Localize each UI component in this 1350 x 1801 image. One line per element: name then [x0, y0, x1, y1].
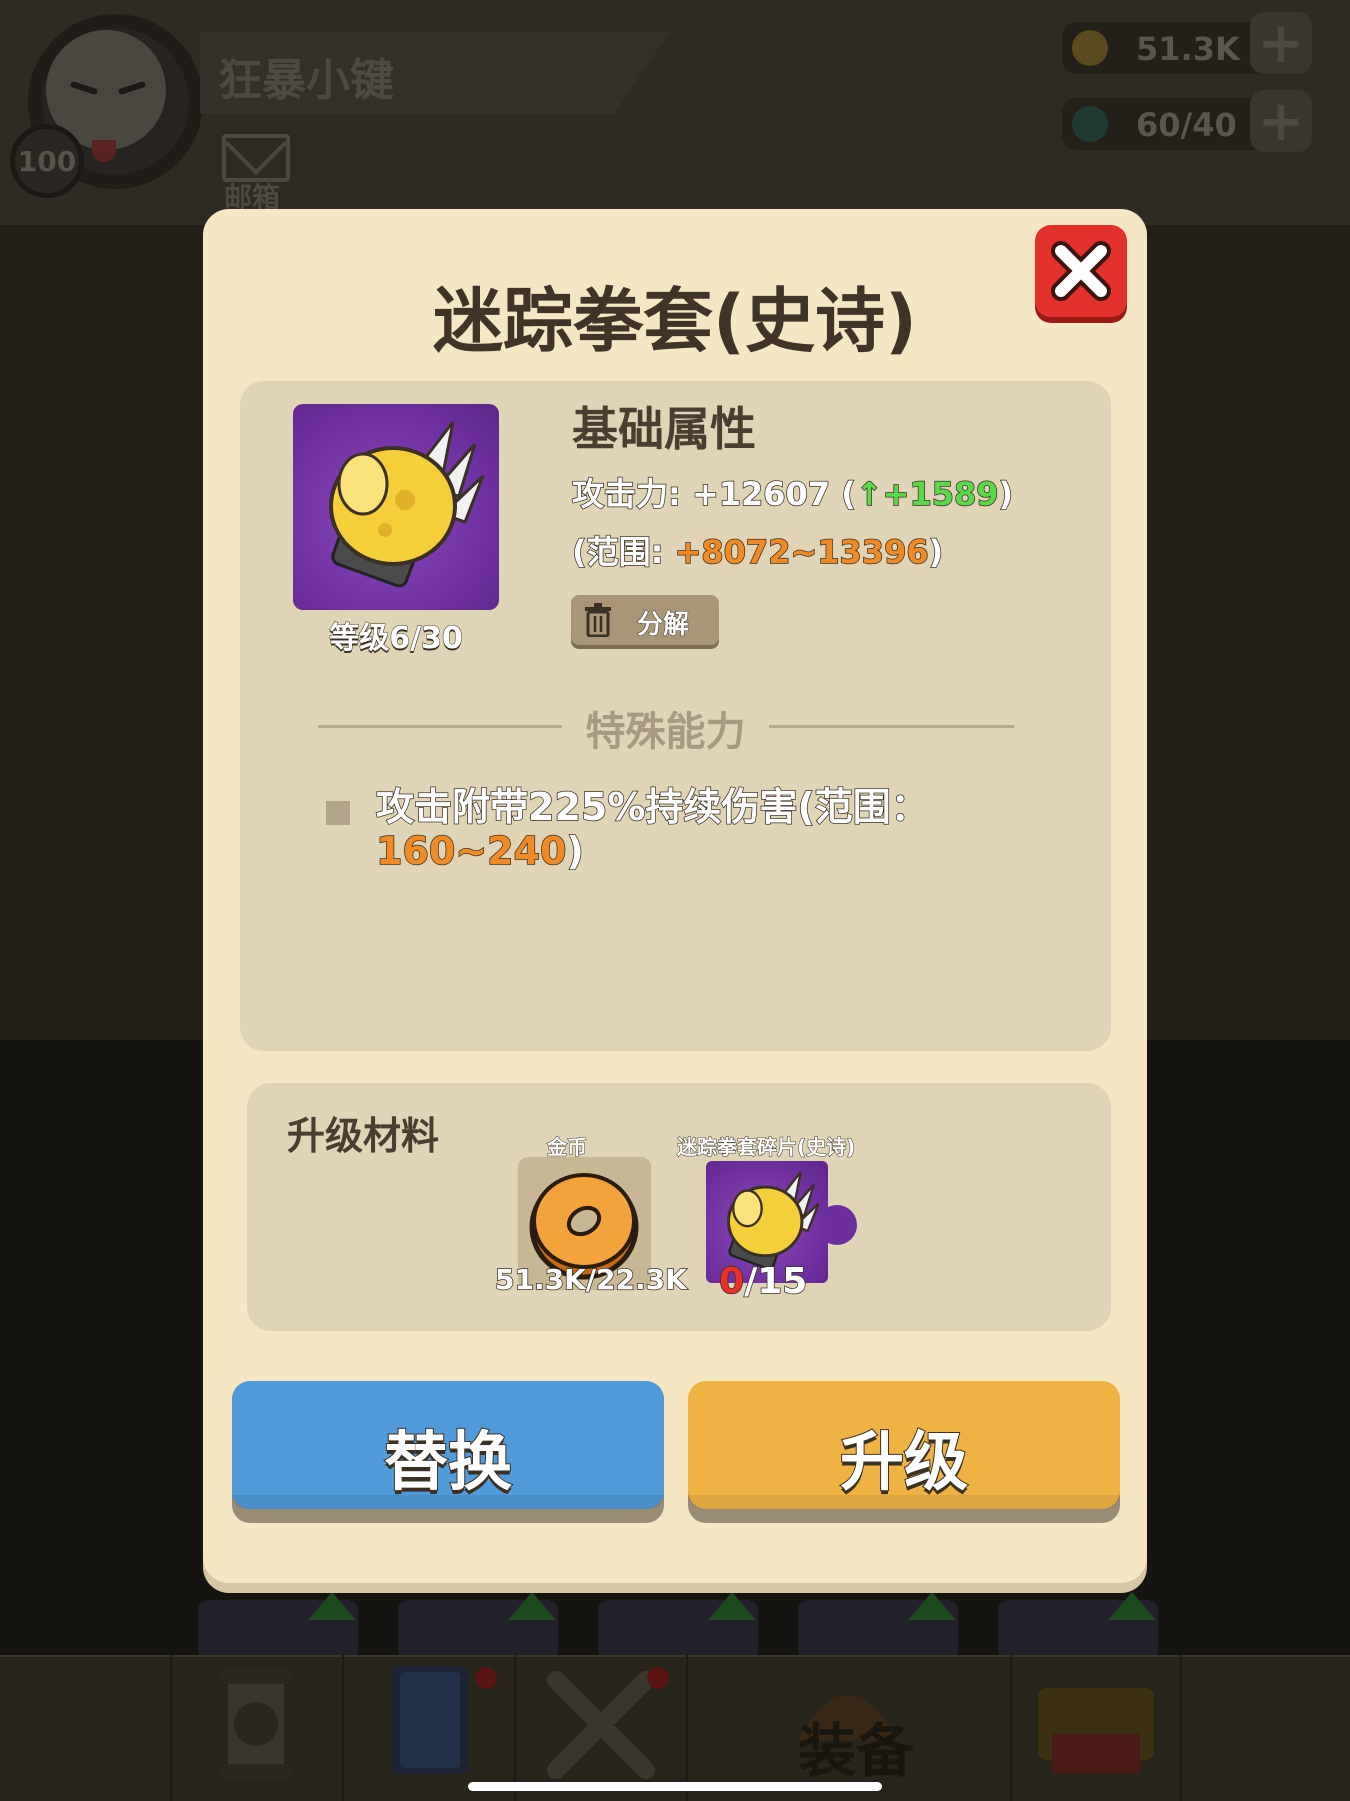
collection-chest-icon — [1038, 1688, 1154, 1774]
materials-title: 升级材料 — [287, 1114, 440, 1158]
fragment-owned: 0 — [718, 1260, 745, 1303]
item-level: 等级6/30 — [329, 621, 464, 657]
fragment-material-count: 0/15 — [718, 1260, 808, 1303]
mail-icon[interactable] — [222, 134, 290, 182]
gold-coin-icon — [1072, 30, 1108, 66]
home-indicator — [468, 1782, 882, 1791]
range-suffix: ) — [928, 532, 944, 572]
energy-amount: 60/40 — [1136, 106, 1237, 144]
dismantle-label: 分解 — [636, 610, 690, 641]
ability-description: 攻击附带225%持续伤害(范围：160~240) — [375, 784, 1036, 874]
divider-right — [769, 725, 1014, 728]
coin-material-count: 51.3K/22.3K — [494, 1262, 687, 1297]
tab-cultivation[interactable] — [344, 1660, 514, 1800]
tab-battle[interactable] — [516, 1660, 686, 1800]
tab-collection[interactable] — [1012, 1660, 1180, 1800]
quest-scroll-icon — [220, 1670, 292, 1778]
tab-divider — [1180, 1655, 1182, 1801]
crossed-swords-icon — [547, 1667, 669, 1779]
fragment-required: /15 — [743, 1260, 808, 1303]
attack-range-stat: (范围: +8072~13396) — [571, 527, 944, 573]
upgrade-arrow-icon — [308, 1592, 356, 1620]
close-icon — [1051, 241, 1111, 301]
upgrade-button[interactable]: 升级 — [688, 1381, 1120, 1509]
tab-equipment-label[interactable]: 装备 — [798, 1704, 914, 1788]
divider-left — [318, 725, 562, 728]
upgrade-arrow-icon — [1108, 1592, 1156, 1620]
base-attributes-panel: 等级6/30 基础属性 攻击力: +12607 (↑+1589) (范围: +8… — [240, 381, 1111, 1051]
dialog-title: 迷踪拳套(史诗) — [433, 280, 917, 362]
attack-bonus: +1589 — [882, 474, 999, 514]
upgrade-button-label: 升级 — [839, 1425, 969, 1501]
trash-icon — [585, 603, 611, 637]
coin-material-caption: 金币 — [547, 1135, 588, 1160]
fragment-material-caption: 迷踪拳套碎片(史诗) — [676, 1135, 856, 1160]
replace-button-label: 替换 — [383, 1425, 513, 1501]
equipment-detail-dialog: 迷踪拳套(史诗) 等级6/30 基础属性 攻击力: +12607 (↑+1589… — [203, 209, 1147, 1583]
ability-text: 攻击附带225%持续伤害(范围： — [375, 784, 929, 830]
upgrade-arrow-icon — [908, 1592, 956, 1620]
up-arrow-icon: ↑ — [855, 474, 883, 514]
add-energy-button[interactable]: + — [1250, 89, 1312, 154]
dismantle-button[interactable]: 分解 — [571, 595, 719, 645]
close-button[interactable] — [1035, 225, 1127, 317]
base-attributes-title: 基础属性 — [572, 402, 756, 456]
player-name: 狂暴小键 — [218, 55, 394, 106]
upgrade-arrow-icon — [708, 1592, 756, 1620]
replace-button[interactable]: 替换 — [232, 1381, 664, 1509]
attack-stat: 攻击力: +12607 (↑+1589) — [571, 469, 1014, 515]
add-gold-button[interactable]: + — [1250, 11, 1312, 76]
upgrade-arrow-icon — [508, 1592, 556, 1620]
tab-quest[interactable] — [172, 1660, 342, 1800]
attack-label: 攻击力: +12607 ( — [571, 474, 856, 514]
ability-bullet-icon — [326, 801, 350, 825]
player-level-badge: 100 — [10, 124, 84, 198]
range-value: +8072~13396 — [674, 532, 930, 572]
upgrade-materials-panel: 升级材料 金币 51.3K/22.3K 迷踪拳套碎片(史诗) 0/15 — [247, 1083, 1111, 1331]
gold-amount: 51.3K — [1136, 30, 1240, 68]
range-label: (范围: — [571, 532, 675, 572]
golden-fist-gauntlet-icon — [293, 404, 499, 610]
attack-suffix: ) — [998, 474, 1014, 514]
special-ability-title: 特殊能力 — [585, 709, 746, 755]
ability-range: 160~240 — [375, 828, 567, 874]
cultivation-book-icon — [392, 1666, 497, 1774]
energy-gem-icon — [1072, 106, 1108, 142]
ability-suffix: ) — [566, 828, 585, 874]
